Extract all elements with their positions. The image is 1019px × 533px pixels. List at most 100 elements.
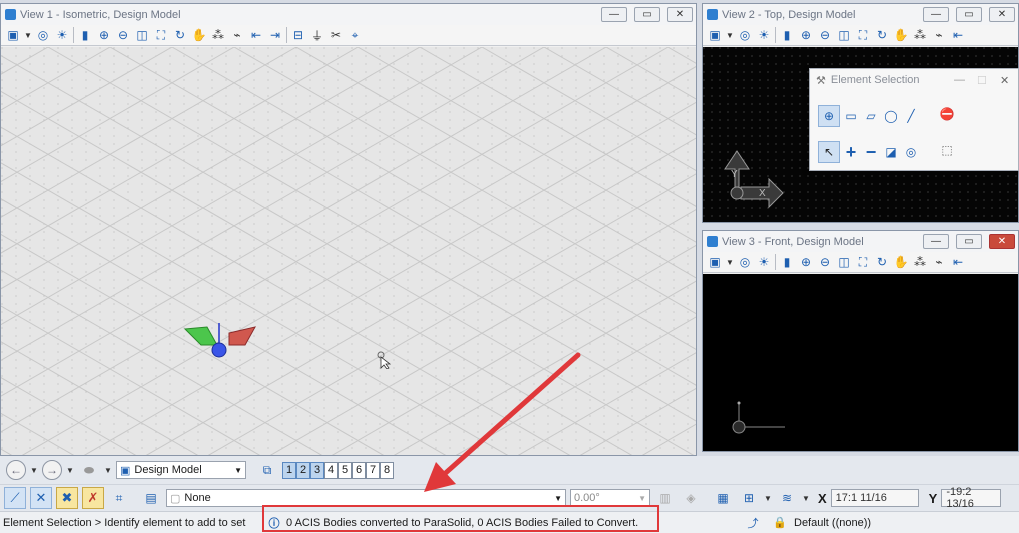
snap-intersection-icon[interactable]: ✖ [56,487,78,509]
view-groups-icon[interactable]: ⧉ [256,462,278,478]
back-arrow-icon[interactable]: ← [6,460,26,480]
chevron-down-icon[interactable]: ▼ [30,462,38,478]
x-coordinate-field[interactable]: 17:1 11/16 [830,489,919,507]
lighting-icon[interactable]: ☀ [54,27,70,43]
view2-restore-button[interactable]: ▭ [956,7,982,22]
view1-restore-button[interactable]: ▭ [634,7,660,22]
model-dropdown[interactable]: ▣ Design Model ▼ [116,461,246,479]
view-button-5[interactable]: 5 [338,461,352,479]
zoom-out-icon[interactable]: ⊖ [817,27,833,43]
walk-icon[interactable]: ⁂ [912,27,928,43]
view3-close-button[interactable]: ✕ [989,234,1015,249]
chevron-down-icon[interactable]: ▼ [726,254,734,270]
fly-icon[interactable]: ⌁ [931,27,947,43]
zoom-in-icon[interactable]: ⊕ [798,27,814,43]
new-mode-icon[interactable]: ↖ [820,143,838,161]
subtract-mode-icon[interactable]: − [862,142,880,162]
snap-keypoint-icon[interactable]: ✕ [30,487,52,509]
clear-selection-icon[interactable]: ⛔ [938,105,956,123]
close-button[interactable]: ✕ [1000,74,1018,87]
zoom-in-icon[interactable]: ⊕ [96,27,112,43]
view3-titlebar[interactable]: View 3 - Front, Design Model — ▭ ✕ [703,231,1018,252]
pan-view-icon[interactable]: ✋ [893,27,909,43]
camera-icon[interactable]: ⌖ [347,27,363,43]
snap-multisnap-icon[interactable]: ✗ [82,487,104,509]
accusnap-icon[interactable]: ⤴ [736,515,770,531]
previous-view-icon[interactable]: ⇤ [950,27,966,43]
view-button-7[interactable]: 7 [366,461,380,479]
window-area-icon[interactable]: ◫ [836,254,852,270]
rotate-view-icon[interactable]: ↻ [874,27,890,43]
maximize-button[interactable]: ☐ [977,74,995,87]
rotate-view-icon[interactable]: ↻ [172,27,188,43]
display-style-icon[interactable]: ◎ [737,254,753,270]
view-rotation-icon[interactable]: ⊟ [290,27,306,43]
select-all-icon[interactable]: ◎ [902,143,920,161]
view3-restore-button[interactable]: ▭ [956,234,982,249]
view1-close-button[interactable]: ✕ [667,7,693,22]
chevron-down-icon[interactable]: ▼ [24,27,32,43]
fit-view-icon[interactable]: ⛶ [855,27,871,43]
update-view-icon[interactable]: ▮ [779,27,795,43]
view-button-8[interactable]: 8 [380,461,394,479]
snap-mode-icon[interactable]: ⟋ [4,487,26,509]
zoom-out-icon[interactable]: ⊖ [115,27,131,43]
fit-view-icon[interactable]: ⛶ [855,254,871,270]
window-area-icon[interactable]: ◫ [836,27,852,43]
update-view-icon[interactable]: ▮ [77,27,93,43]
view3-minimize-button[interactable]: — [923,234,949,249]
block-select-icon[interactable]: ▭ [842,107,860,125]
shape-select-icon[interactable]: ▱ [862,107,880,125]
view1-titlebar[interactable]: View 1 - Isometric, Design Model — ▭ ✕ [1,4,696,25]
lighting-icon[interactable]: ☀ [756,27,772,43]
walk-icon[interactable]: ⁂ [210,27,226,43]
view-button-4[interactable]: 4 [324,461,338,479]
view-attributes-icon[interactable]: ▣ [707,254,723,270]
accudraw-icon[interactable]: ⌗ [108,490,130,506]
chevron-down-icon[interactable]: ▼ [104,462,112,478]
chevron-down-icon[interactable]: ▼ [726,27,734,43]
view-attributes-icon[interactable]: ▣ [707,27,723,43]
view1-canvas[interactable] [1,47,696,455]
select-cursor-icon[interactable]: ⬚ [938,141,956,159]
chevron-down-icon[interactable]: ▼ [66,462,74,478]
display-set-icon[interactable]: ≋ [776,490,798,506]
view-attributes-icon[interactable]: ▣ [5,27,21,43]
transparency-icon[interactable]: ◈ [680,490,702,506]
walk-icon[interactable]: ⁂ [912,254,928,270]
add-mode-icon[interactable]: + [842,142,860,162]
zoom-out-icon[interactable]: ⊖ [817,254,833,270]
display-style-icon[interactable]: ◎ [737,27,753,43]
window-area-icon[interactable]: ◫ [134,27,150,43]
view2-minimize-button[interactable]: — [923,7,949,22]
view-button-1[interactable]: 1 [282,461,296,479]
pan-view-icon[interactable]: ✋ [893,254,909,270]
line-select-icon[interactable]: ╱ [902,107,920,125]
y-coordinate-field[interactable]: -19:2 13/16 [941,486,1002,510]
zoom-in-icon[interactable]: ⊕ [798,254,814,270]
individual-select-icon[interactable]: ⊕ [820,107,838,125]
tentative-grid-icon[interactable]: ⊞ [738,490,760,506]
rotate-view-icon[interactable]: ↻ [874,254,890,270]
view-button-6[interactable]: 6 [352,461,366,479]
element-selection-titlebar[interactable]: ⚒ Element Selection — ☐ ✕ [810,69,1018,91]
update-view-icon[interactable]: ▮ [779,254,795,270]
view2-close-button[interactable]: ✕ [989,7,1015,22]
level-manager-icon[interactable]: ▤ [140,490,162,506]
view3-canvas[interactable] [703,274,1018,451]
display-style-icon[interactable]: ◎ [35,27,51,43]
clip-volume-icon[interactable]: ⏚ [309,27,325,43]
view2-titlebar[interactable]: View 2 - Top, Design Model — ▭ ✕ [703,4,1018,25]
forward-arrow-icon[interactable]: → [42,460,62,480]
clip-mask-icon[interactable]: ✂ [328,27,344,43]
chevron-down-icon[interactable]: ▼ [764,490,772,506]
fit-view-icon[interactable]: ⛶ [153,27,169,43]
fly-icon[interactable]: ⌁ [931,254,947,270]
invert-mode-icon[interactable]: ◪ [882,143,900,161]
previous-view-icon[interactable]: ⇤ [248,27,264,43]
element-class-icon[interactable]: ▥ [654,490,676,506]
next-view-icon[interactable]: ⇥ [267,27,283,43]
circle-select-icon[interactable]: ◯ [882,107,900,125]
grid-lock-icon[interactable]: ▦ [712,490,734,506]
chevron-down-icon[interactable]: ▼ [802,490,810,506]
